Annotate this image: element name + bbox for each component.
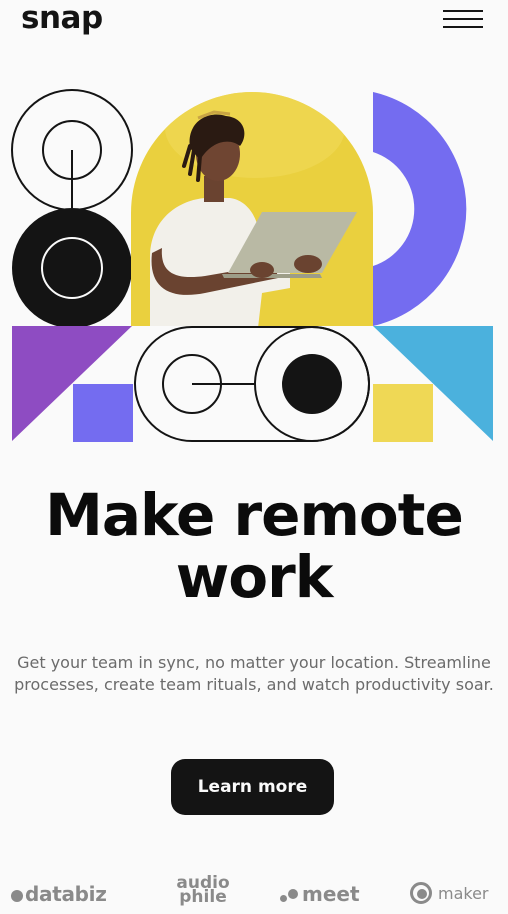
databiz-logo: databiz [11, 882, 107, 906]
black-circle-shape [12, 208, 132, 328]
menu-line [443, 10, 483, 12]
black-dot-shape [282, 354, 342, 414]
hero-illustration [0, 88, 508, 446]
databiz-dot-icon [11, 890, 23, 902]
menu-line [443, 26, 483, 28]
headline-line-2: work [175, 543, 334, 611]
hamburger-menu-icon[interactable] [441, 9, 485, 33]
indigo-square-shape [73, 384, 133, 442]
headline-line-1: Make remote [45, 481, 464, 549]
maker-name: maker [438, 884, 489, 903]
hero-headline: Make remote work [0, 484, 508, 608]
meet-dots-icon [280, 887, 302, 903]
menu-line [443, 18, 483, 20]
learn-more-button[interactable]: Learn more [171, 759, 334, 815]
hero-photo [131, 92, 373, 327]
meet-name: meet [302, 882, 360, 906]
meet-logo: meet [280, 882, 360, 906]
client-logos: databiz audio phile meet maker [0, 868, 508, 914]
audiophile-logo: audio phile [164, 875, 242, 906]
maker-logo: maker [410, 882, 489, 904]
indigo-arc-shape [373, 92, 467, 326]
site-header: snap [0, 0, 508, 44]
hero-artwork [11, 89, 493, 442]
snap-logo[interactable]: snap [21, 0, 103, 36]
yellow-square-shape [373, 384, 433, 442]
hero-description: Get your team in sync, no matter your lo… [14, 653, 494, 694]
databiz-name: databiz [25, 882, 107, 906]
maker-circle-icon [410, 882, 432, 904]
